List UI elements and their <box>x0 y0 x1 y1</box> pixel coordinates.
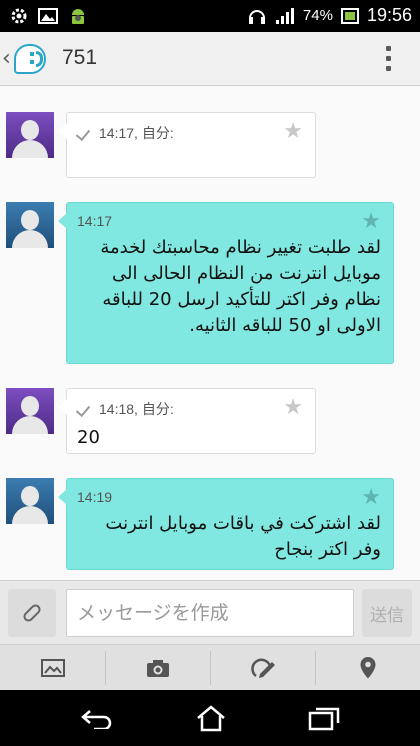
recent-apps-icon[interactable] <box>308 705 340 731</box>
overflow-menu-icon[interactable] <box>386 46 392 72</box>
back-chevron-icon[interactable]: ‹ <box>2 46 11 71</box>
message-meta: 14:17, 自分: <box>77 123 174 143</box>
star-icon[interactable]: ★ <box>361 485 381 510</box>
avatar-contact[interactable] <box>6 478 54 524</box>
message-input[interactable] <box>66 589 354 637</box>
sent-check-icon <box>77 126 93 140</box>
battery-icon <box>340 7 359 24</box>
message-text: لقد اشتركت في باقات موبايل انترنت وفر اك… <box>105 513 381 560</box>
conversation-title: 751 <box>62 46 98 69</box>
avatar-self[interactable] <box>6 388 54 434</box>
attach-paperclip-icon[interactable] <box>8 589 56 637</box>
message-meta: 14:18, 自分: <box>77 399 174 419</box>
message-time: 14:19 <box>77 489 113 505</box>
gallery-icon <box>38 8 58 24</box>
sent-check-icon <box>77 402 93 416</box>
action-bar: ‹ 751 <box>0 32 420 86</box>
avatar-contact[interactable] <box>6 202 54 248</box>
status-time: 19:56 <box>366 5 412 25</box>
location-pin-icon[interactable] <box>315 645 420 690</box>
message-meta: 14:17 <box>77 213 112 229</box>
message-bubble-outgoing[interactable]: 14:18, 自分: ★ 20 <box>58 388 316 454</box>
message-bubble-outgoing[interactable]: 14:17, 自分: ★ <box>58 112 316 178</box>
status-bar: 74% 19:56 <box>0 0 420 32</box>
camera-icon[interactable] <box>105 645 210 690</box>
message-list[interactable]: 14:17, 自分: ★ 14:17 ★ لقد طلبت تغيير نظام… <box>0 86 420 586</box>
sketch-pen-icon[interactable] <box>210 645 315 690</box>
star-icon[interactable]: ★ <box>283 119 303 144</box>
message-meta: 14:19 <box>77 489 112 505</box>
picture-icon[interactable] <box>0 645 105 690</box>
star-icon[interactable]: ★ <box>283 395 303 420</box>
navigation-bar <box>0 690 420 746</box>
signal-icon <box>275 7 294 24</box>
message-bubble-incoming[interactable]: 14:19 ★ لقد اشتركت في باقات موبايل انترن… <box>58 478 394 570</box>
messaging-app-icon[interactable] <box>14 44 46 74</box>
home-icon[interactable] <box>195 704 227 732</box>
android-icon <box>72 9 84 24</box>
battery-percent: 74% <box>302 7 333 24</box>
message-time: 14:18, 自分: <box>99 401 174 417</box>
attachment-toolbar <box>0 644 420 690</box>
composer-bar: 送信 <box>0 580 420 644</box>
back-icon[interactable] <box>80 707 114 729</box>
send-button[interactable]: 送信 <box>362 589 412 637</box>
message-time: 14:17, 自分: <box>99 125 174 141</box>
message-text: لقد طلبت تغيير نظام محاسبتك لخدمة موبايل… <box>100 237 381 336</box>
message-bubble-incoming[interactable]: 14:17 ★ لقد طلبت تغيير نظام محاسبتك لخدم… <box>58 202 394 364</box>
message-text: 20 <box>77 427 100 448</box>
message-time: 14:17 <box>77 213 113 229</box>
headset-icon <box>248 9 265 24</box>
settings-gear-icon <box>11 8 27 24</box>
avatar-self[interactable] <box>6 112 54 158</box>
star-icon[interactable]: ★ <box>361 209 381 234</box>
